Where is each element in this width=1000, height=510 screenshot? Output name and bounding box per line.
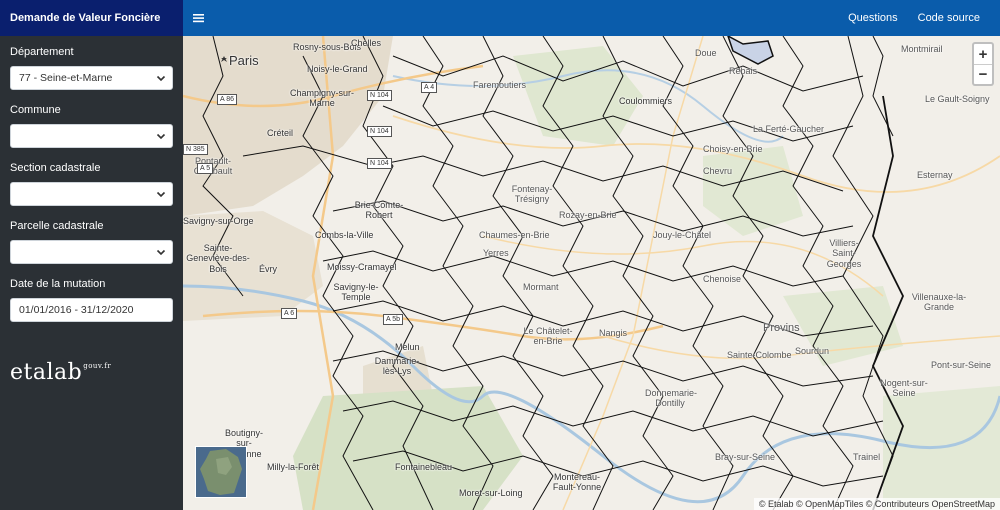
chevron-down-icon	[156, 191, 166, 198]
map-label: Doue	[695, 48, 717, 58]
hamburger-icon	[192, 14, 204, 23]
map-label: Donnemarie-Dontilly	[645, 388, 698, 409]
map-label: Fontenay-Trésigny	[511, 184, 553, 205]
chevron-down-icon	[156, 249, 166, 256]
road-shield: N 385	[183, 144, 208, 155]
map-label: Paris	[229, 53, 259, 68]
map-label: Milly-la-Forêt	[267, 462, 320, 472]
map-label: La Ferté-Gaucher	[753, 124, 825, 134]
map-label: Sainte-Geneviève-des-Bois	[186, 243, 250, 274]
date-field: Date de la mutation 01/01/2016 - 31/12/2…	[10, 278, 173, 322]
logo-text: etalab	[10, 360, 83, 385]
map-label: Moissy-Cramayel	[327, 262, 397, 272]
map-label: Chaumes-en-Brie	[479, 230, 550, 240]
questions-link[interactable]: Questions	[838, 12, 908, 24]
map-label: Combs-la-Ville	[315, 230, 374, 240]
map-label: Chevru	[703, 166, 733, 176]
map-label: Fontainebleau	[395, 462, 453, 472]
map-label: Melun	[395, 342, 420, 352]
top-navbar: Questions Code source	[183, 0, 1000, 36]
departement-label: Département	[10, 46, 74, 58]
road-shield: N 104	[367, 90, 392, 101]
departement-select[interactable]: 77 - Seine-et-Marne	[10, 66, 173, 90]
map-label: Chenoise	[703, 274, 742, 284]
road-shield: A 4	[421, 82, 438, 93]
map-attribution: © Etalab © OpenMapTiles © Contributeurs …	[753, 498, 1000, 510]
map-label: Provins	[763, 322, 800, 334]
menu-toggle-button[interactable]	[183, 0, 213, 36]
section-label: Section cadastrale	[10, 162, 101, 174]
map-label: Villenauxe-la-Grande	[911, 292, 967, 313]
map-label: Nangis	[599, 328, 628, 338]
map-label: Sourdun	[795, 346, 830, 356]
zoom-in-button[interactable]: +	[974, 44, 992, 64]
logo-sup: gouv.fr	[83, 362, 112, 370]
map-label: Mormant	[523, 282, 559, 292]
zoom-control: + −	[972, 42, 994, 86]
road-shield: A 86	[217, 94, 238, 105]
date-label: Date de la mutation	[10, 278, 106, 290]
road-shield: A 5b	[383, 314, 404, 325]
map-label: Esternay	[917, 170, 953, 180]
road-shield: N 104	[367, 158, 392, 169]
map-label: Évry	[259, 264, 277, 274]
map-label: Noisy-le-Grand	[307, 64, 368, 74]
map-label: Montereau-Fault-Yonne	[552, 472, 602, 493]
map-label: Nogent-sur-Seine	[880, 378, 928, 399]
zoom-out-button[interactable]: −	[974, 64, 992, 84]
commune-field: Commune	[10, 104, 173, 148]
commune-select[interactable]	[10, 124, 173, 148]
parcelle-select[interactable]	[10, 240, 173, 264]
map-label: Moret-sur-Loing	[459, 488, 523, 498]
etalab-logo: etalabgouv.fr	[10, 360, 112, 385]
map-label: Coulommiers	[619, 96, 673, 106]
sidebar: Demande de Valeur Foncière Département 7…	[0, 0, 183, 510]
road-shield: N 104	[367, 126, 392, 137]
map-label: Montmirail	[901, 44, 943, 54]
top-nav-links: Questions Code source	[838, 12, 1000, 24]
map-label: Brie-Comte-Robert	[354, 200, 404, 221]
departement-field: Département 77 - Seine-et-Marne	[10, 46, 173, 90]
map-label: Trainel	[853, 452, 881, 462]
date-range-input[interactable]: 01/01/2016 - 31/12/2020	[10, 298, 173, 322]
parcelle-label: Parcelle cadastrale	[10, 220, 104, 232]
map-label: Le Gault-Soigny	[925, 94, 990, 104]
map-label: Yerres	[483, 248, 509, 258]
map-label: Sainte-Colombe	[727, 350, 792, 360]
map-view[interactable]: Paris Rosny-sous-Bois Chelles Noisy-le-G…	[183, 36, 1000, 510]
france-overview-icon	[196, 447, 246, 497]
map-label: Jouy-le-Châtel	[653, 230, 712, 240]
road-shield: A 6	[281, 308, 298, 319]
map-label: Savigny-sur-Orge	[183, 216, 254, 226]
code-source-link[interactable]: Code source	[908, 12, 990, 24]
map-label: Rebais	[729, 66, 758, 76]
section-select[interactable]	[10, 182, 173, 206]
map-label: Champigny-sur-Marne	[289, 88, 355, 109]
map-label: Villiers-Saint-Georges	[826, 238, 862, 269]
commune-label: Commune	[10, 104, 61, 116]
map-label: Pont-sur-Seine	[931, 360, 992, 370]
map-label: Le Châtelet-en-Brie	[523, 326, 573, 347]
map-label: Créteil	[267, 128, 294, 138]
chevron-down-icon	[156, 75, 166, 82]
app-title: Demande de Valeur Foncière	[0, 0, 183, 36]
section-field: Section cadastrale	[10, 162, 173, 206]
map-label: Chelles	[351, 38, 382, 48]
search-form: Département 77 - Seine-et-Marne Commune …	[0, 36, 183, 322]
map-label: Savigny-le-Temple	[333, 282, 379, 303]
map-label: Rozay-en-Brie	[559, 210, 617, 220]
map-label: Faremoutiers	[473, 80, 527, 90]
departement-value: 77 - Seine-et-Marne	[19, 72, 113, 84]
parcelle-field: Parcelle cadastrale	[10, 220, 173, 264]
map-label: Dammarie-lès-Lys	[374, 356, 420, 377]
map-label: Bray-sur-Seine	[715, 452, 776, 462]
chevron-down-icon	[156, 133, 166, 140]
minimap[interactable]	[195, 446, 247, 498]
road-shield: A 5	[197, 163, 214, 174]
map-label: Choisy-en-Brie	[703, 144, 763, 154]
